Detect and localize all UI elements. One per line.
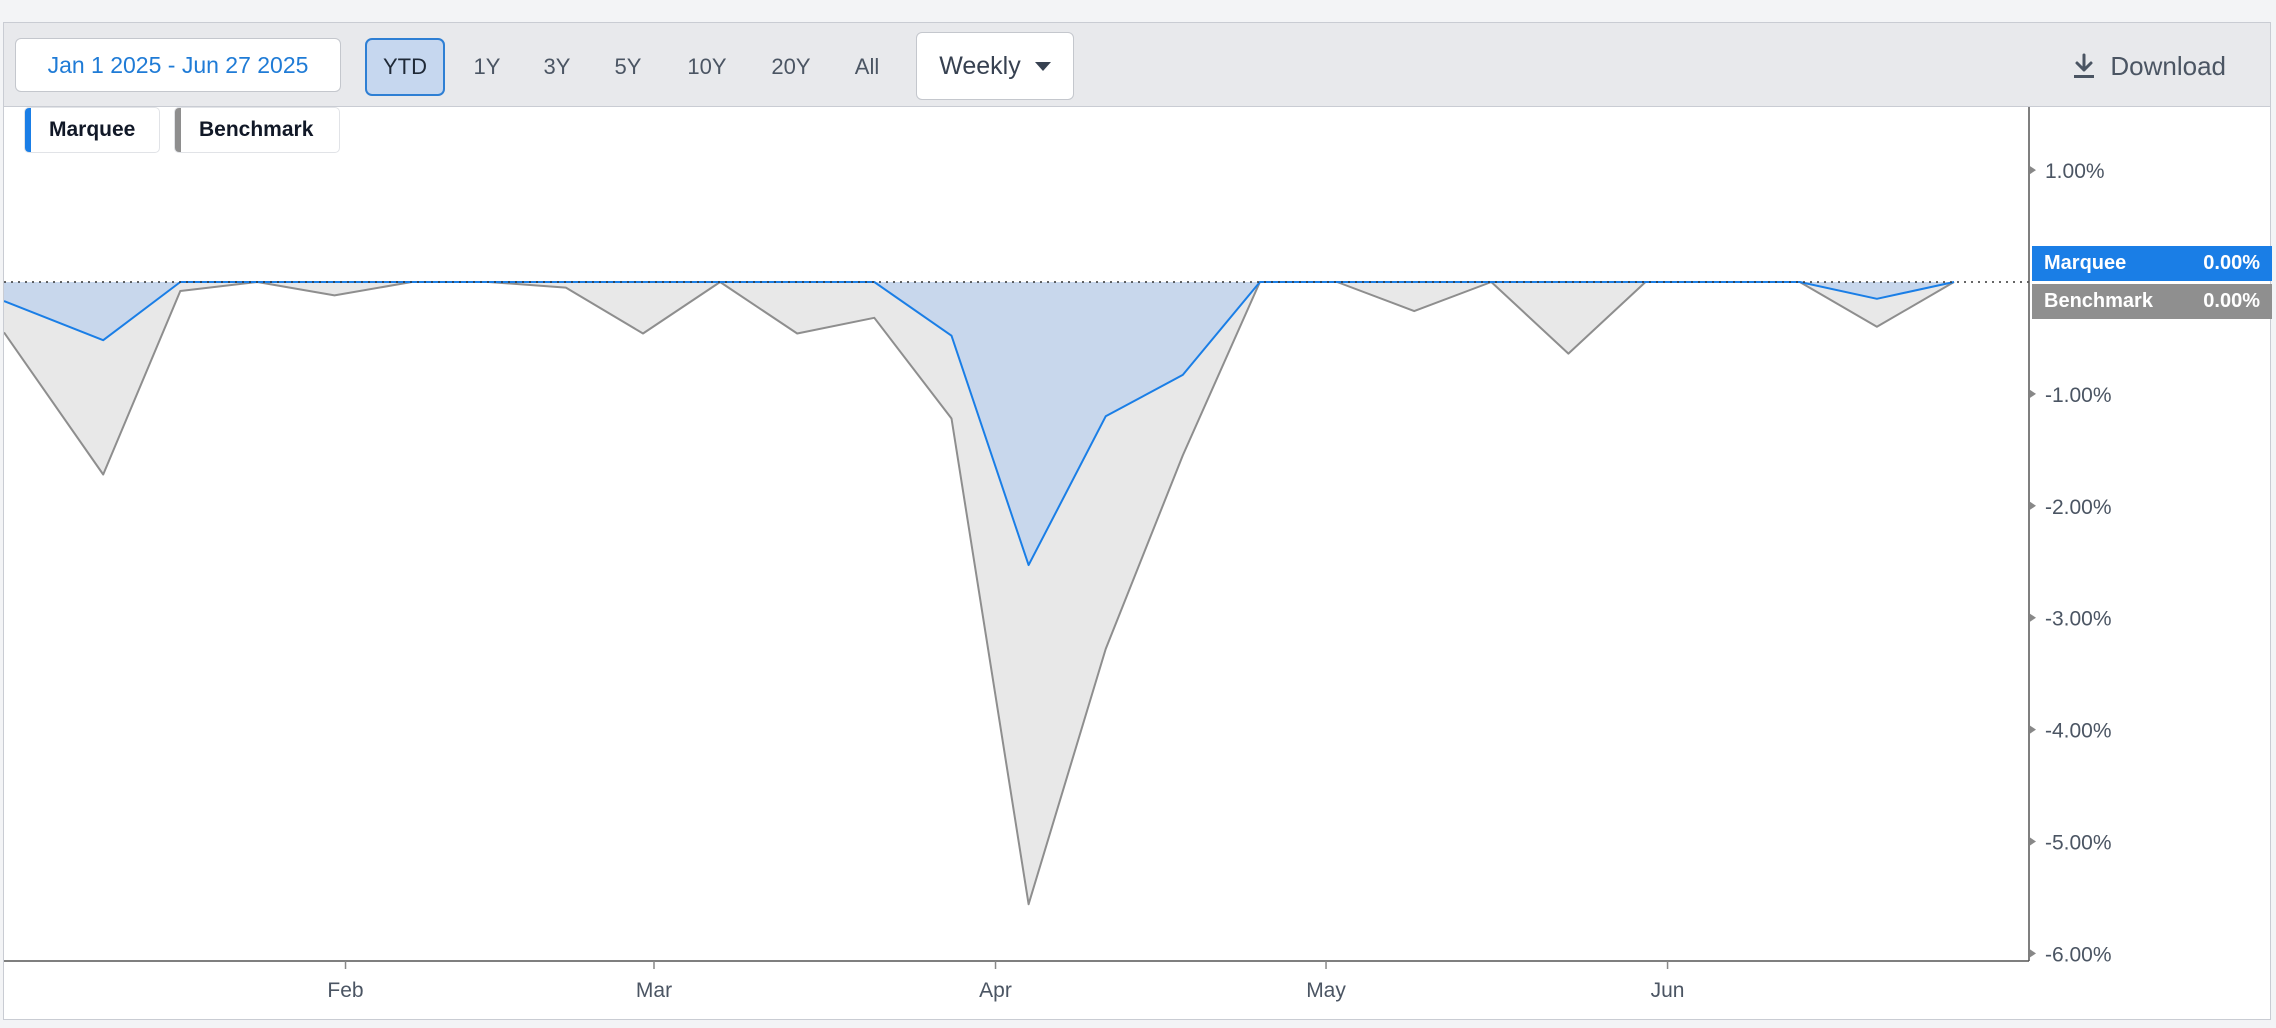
benchmark-value-tag: Benchmark 0.00% xyxy=(2032,284,2272,319)
legend-benchmark[interactable]: Benchmark xyxy=(174,107,340,153)
x-tick-label-jun: Jun xyxy=(1651,979,1685,1002)
y-tick-label: -3.00% xyxy=(2045,608,2112,631)
chart-panel: Jan 1 2025 - Jun 27 2025 YTD 1Y 3Y 5Y 10… xyxy=(3,22,2272,1020)
marquee-tag-label: Marquee xyxy=(2044,252,2127,274)
marquee-value-tag: Marquee 0.00% xyxy=(2032,246,2272,281)
y-tick-mark xyxy=(2030,949,2036,958)
benchmark-tag-value: 0.00% xyxy=(2203,290,2260,312)
x-tick-label-feb: Feb xyxy=(327,979,363,1002)
y-tick-mark xyxy=(2030,166,2036,175)
x-tick-label-may: May xyxy=(1306,979,1346,1002)
y-tick-label: -6.00% xyxy=(2045,943,2112,966)
x-tick-label-apr: Apr xyxy=(979,979,1012,1002)
legend-marquee-swatch xyxy=(25,108,31,152)
y-tick-mark xyxy=(2030,725,2036,734)
y-tick-label: -2.00% xyxy=(2045,496,2112,519)
y-tick-mark xyxy=(2030,389,2036,398)
x-tick-label-mar: Mar xyxy=(636,979,672,1002)
legend-benchmark-swatch xyxy=(175,108,181,152)
y-tick-label: -1.00% xyxy=(2045,384,2112,407)
y-tick-label: 1.00% xyxy=(2045,160,2105,183)
y-tick-mark xyxy=(2030,501,2036,510)
y-tick-label: -5.00% xyxy=(2045,832,2112,855)
legend-marquee[interactable]: Marquee xyxy=(24,107,160,153)
benchmark-tag-label: Benchmark xyxy=(2044,290,2153,312)
legend-benchmark-label: Benchmark xyxy=(199,118,314,141)
legend-marquee-label: Marquee xyxy=(49,118,136,141)
drawdown-chart: 1.00% -1.00% -2.00% -3.00% -4.00% -5.00% -6.00… xyxy=(4,107,2112,1002)
y-tick-label: -4.00% xyxy=(2045,720,2112,743)
y-tick-mark xyxy=(2030,613,2036,622)
y-tick-mark xyxy=(2030,837,2036,846)
marquee-tag-value: 0.00% xyxy=(2203,252,2260,274)
